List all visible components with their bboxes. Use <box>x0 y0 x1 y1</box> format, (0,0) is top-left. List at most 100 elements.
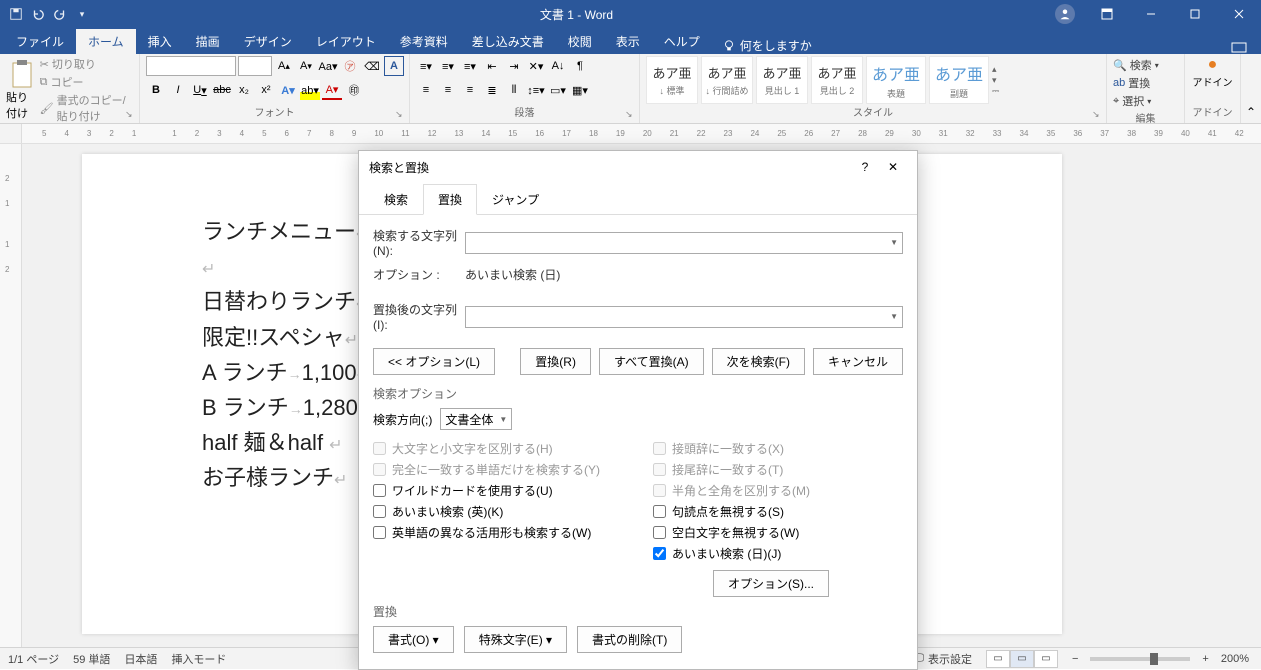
text-effects-icon[interactable]: A▾ <box>278 80 298 100</box>
horizontal-ruler[interactable]: 5432112345678910111213141516171819202122… <box>0 124 1261 144</box>
replace-button[interactable]: 置換(R) <box>520 348 591 375</box>
format-painter-button[interactable]: 🖌書式のコピー/貼り付け <box>40 92 133 124</box>
status-words[interactable]: 59 単語 <box>73 651 110 667</box>
style-item[interactable]: あア亜見出し 1 <box>756 56 808 104</box>
replace-all-button[interactable]: すべて置換(A) <box>599 348 704 375</box>
show-marks-icon[interactable]: ¶ <box>570 56 590 76</box>
tab-file[interactable]: ファイル <box>4 29 76 54</box>
ribbon-display-icon[interactable] <box>1085 0 1129 28</box>
status-language[interactable]: 日本語 <box>124 651 157 667</box>
checkbox[interactable] <box>373 526 386 539</box>
tab-view[interactable]: 表示 <box>604 29 652 54</box>
justify-icon[interactable]: ≣ <box>482 80 502 100</box>
align-right-icon[interactable]: ≡ <box>460 80 480 100</box>
checkbox-option[interactable]: ワイルドカードを使用する(U) <box>373 480 623 501</box>
user-avatar-icon[interactable] <box>1055 4 1075 24</box>
share-icon[interactable] <box>1231 40 1261 54</box>
style-item[interactable]: あア亜見出し 2 <box>811 56 863 104</box>
line-spacing-icon[interactable]: ↕≡▾ <box>526 80 546 100</box>
style-item[interactable]: あア亜↓ 標準 <box>646 56 698 104</box>
enclose-char-icon[interactable]: ㊞ <box>344 80 364 100</box>
char-border-icon[interactable]: A <box>384 56 404 76</box>
find-button[interactable]: 🔍検索▾ <box>1113 56 1178 74</box>
dialog-tab-find[interactable]: 検索 <box>369 184 423 215</box>
save-icon[interactable] <box>6 4 26 24</box>
checkbox-option[interactable]: あいまい検索 (日)(J) <box>653 543 903 564</box>
dialog-tab-replace[interactable]: 置換 <box>423 184 477 215</box>
align-center-icon[interactable]: ≡ <box>438 80 458 100</box>
checkbox[interactable] <box>373 484 386 497</box>
style-item[interactable]: あア亜表題 <box>866 56 926 104</box>
tell-me-search[interactable]: 何をしますか <box>722 37 812 54</box>
addins-button[interactable]: ● アドイン <box>1191 56 1234 89</box>
display-settings[interactable]: 🖵表示設定 <box>913 651 972 667</box>
checkbox-option[interactable]: あいまい検索 (英)(K) <box>373 501 623 522</box>
checkbox-option[interactable]: 空白文字を無視する(W) <box>653 522 903 543</box>
view-read-icon[interactable]: ▭ <box>986 650 1010 668</box>
underline-button[interactable]: U▾ <box>190 80 210 100</box>
change-case-icon[interactable]: Aa▾ <box>318 56 338 76</box>
fuzzy-options-button[interactable]: オプション(S)... <box>713 570 829 597</box>
checkbox[interactable] <box>373 505 386 518</box>
checkbox[interactable] <box>653 505 666 518</box>
checkbox[interactable] <box>653 526 666 539</box>
no-formatting-button[interactable]: 書式の削除(T) <box>577 626 682 653</box>
find-next-button[interactable]: 次を検索(F) <box>712 348 805 375</box>
redo-icon[interactable] <box>50 4 70 24</box>
replace-button[interactable]: ab置換 <box>1113 74 1178 92</box>
font-size-select[interactable] <box>238 56 272 76</box>
italic-button[interactable]: I <box>168 80 188 100</box>
superscript-icon[interactable]: x² <box>256 80 276 100</box>
multilevel-icon[interactable]: ≡▾ <box>460 56 480 76</box>
checkbox-option[interactable]: 英単語の異なる活用形も検索する(W) <box>373 522 623 543</box>
zoom-level[interactable]: 200% <box>1221 653 1249 665</box>
tab-home[interactable]: ホーム <box>76 29 136 54</box>
cut-button[interactable]: ✂切り取り <box>40 56 133 72</box>
borders-icon[interactable]: ▦▾ <box>570 80 590 100</box>
maximize-icon[interactable] <box>1173 0 1217 28</box>
font-name-select[interactable] <box>146 56 236 76</box>
vertical-ruler[interactable]: 2112 <box>0 144 22 649</box>
undo-icon[interactable] <box>28 4 48 24</box>
help-icon[interactable]: ? <box>851 153 879 181</box>
direction-select[interactable]: 文書全体▼ <box>440 408 512 430</box>
format-button[interactable]: 書式(O) ▾ <box>373 626 454 653</box>
tab-mailings[interactable]: 差し込み文書 <box>460 29 556 54</box>
subscript-icon[interactable]: x₂ <box>234 80 254 100</box>
select-button[interactable]: ⌖選択▾ <box>1113 92 1178 110</box>
view-web-icon[interactable]: ▭ <box>1034 650 1058 668</box>
increase-indent-icon[interactable]: ⇥ <box>504 56 524 76</box>
tab-draw[interactable]: 描画 <box>184 29 232 54</box>
tab-references[interactable]: 参考資料 <box>388 29 460 54</box>
phonetic-guide-icon[interactable]: ㋐ <box>340 56 360 76</box>
checkbox-option[interactable]: 句読点を無視する(S) <box>653 501 903 522</box>
dialog-launcher-icon[interactable]: ↘ <box>395 109 407 121</box>
numbering-icon[interactable]: ≡▾ <box>438 56 458 76</box>
minimize-icon[interactable] <box>1129 0 1173 28</box>
qat-more-icon[interactable]: ▾ <box>72 4 92 24</box>
close-icon[interactable]: ✕ <box>879 153 907 181</box>
tab-design[interactable]: デザイン <box>232 29 304 54</box>
bold-button[interactable]: B <box>146 80 166 100</box>
shading-icon[interactable]: ▭▾ <box>548 80 568 100</box>
dialog-launcher-icon[interactable]: ↘ <box>125 109 137 121</box>
clear-format-icon[interactable]: ⌫ <box>362 56 382 76</box>
dialog-titlebar[interactable]: 検索と置換 ? ✕ <box>359 151 917 183</box>
view-print-icon[interactable]: ▭ <box>1010 650 1034 668</box>
distributed-icon[interactable]: ⫴ <box>504 80 524 100</box>
special-button[interactable]: 特殊文字(E) ▾ <box>464 626 567 653</box>
status-page[interactable]: 1/1 ページ <box>8 651 59 667</box>
checkbox[interactable] <box>653 547 666 560</box>
dialog-tab-goto[interactable]: ジャンプ <box>477 184 554 215</box>
strikethrough-icon[interactable]: abc <box>212 80 232 100</box>
tab-layout[interactable]: レイアウト <box>304 29 388 54</box>
style-item[interactable]: あア亜↓ 行間詰め <box>701 56 753 104</box>
decrease-indent-icon[interactable]: ⇤ <box>482 56 502 76</box>
tab-insert[interactable]: 挿入 <box>136 29 184 54</box>
status-mode[interactable]: 挿入モード <box>171 651 226 667</box>
copy-button[interactable]: ⧉コピー <box>40 74 133 90</box>
sort-icon[interactable]: A↓ <box>548 56 568 76</box>
zoom-slider[interactable] <box>1090 657 1190 661</box>
tab-help[interactable]: ヘルプ <box>652 29 712 54</box>
find-input[interactable]: ▼ <box>465 232 903 254</box>
